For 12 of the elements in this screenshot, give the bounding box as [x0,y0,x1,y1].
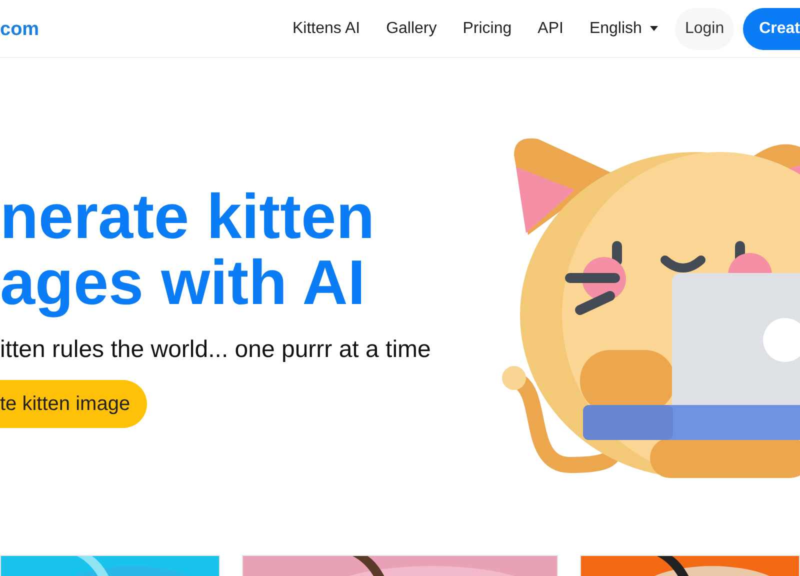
nav-link[interactable]: Pricing [450,20,525,38]
site-logo[interactable]: com [0,18,40,40]
caret-icon [650,26,658,31]
hero-subtitle: itten rules the world... one purrr at a time [0,336,432,364]
generate-button[interactable]: te kitten image [0,380,148,428]
create-button[interactable]: Creat [743,8,800,50]
language-dropdown[interactable]: English [576,20,671,38]
nav-link[interactable]: Gallery [373,20,450,38]
nav-link[interactable]: API [524,20,576,38]
hero-title: nerate kitten ages with AI [0,184,376,316]
nav-link[interactable]: Kittens AI [279,20,374,38]
login-button[interactable]: Login [674,8,734,50]
